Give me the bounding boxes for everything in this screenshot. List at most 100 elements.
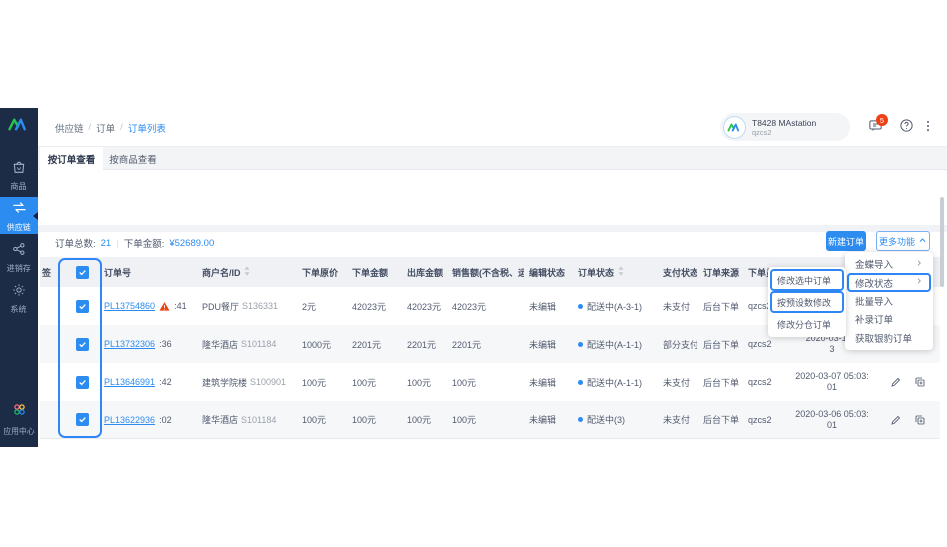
help-button[interactable]	[897, 119, 915, 137]
cell-edit-status: 未编辑	[529, 339, 557, 350]
row-checkbox[interactable]	[75, 375, 89, 389]
select-all-checkbox[interactable]	[75, 265, 89, 279]
cell-order-amount: 100元	[352, 377, 377, 388]
submenu-item[interactable]: 按预设数修改	[770, 291, 844, 313]
merchant-name: PDU餐厅	[202, 301, 240, 312]
row-checkbox[interactable]	[75, 413, 89, 426]
cell-clipped	[40, 287, 62, 325]
copy-icon[interactable]	[914, 414, 926, 426]
sidebar-item-inventory[interactable]: 进销存	[0, 238, 38, 275]
order-time-fragment: :36	[159, 339, 172, 349]
order-stats: 订单总数: 21 | 下单金额: ¥52689.00	[55, 237, 215, 251]
submenu-item[interactable]: 修改分仓订单	[770, 313, 844, 335]
menu-item[interactable]: 批量导入	[847, 292, 931, 310]
breadcrumb-supply-chain[interactable]: 供应链	[55, 121, 84, 135]
cell-checkbox	[62, 287, 102, 325]
status-dot-icon	[578, 379, 583, 385]
app-center-icon	[11, 401, 28, 423]
cell-outbound-amount: 2201元	[407, 339, 437, 350]
merchant-id: S136331	[242, 301, 279, 311]
order-time-fragment: :02	[159, 414, 172, 425]
row-checkbox[interactable]	[75, 337, 89, 351]
submenu-item[interactable]: 修改选中订单	[770, 269, 844, 291]
column-header-label: 商户名/ID	[202, 267, 241, 278]
cell-order-status: 配送中(A-1-1)	[566, 325, 650, 363]
row-checkbox[interactable]	[75, 299, 89, 313]
order-status-text: 配送中(3)	[587, 415, 625, 425]
column-header-label: 订单来源	[703, 267, 740, 278]
edit-icon[interactable]	[890, 414, 902, 426]
sidebar-item-label: 应用中心	[3, 426, 35, 436]
sidebar-item-goods[interactable]: 商品	[0, 156, 38, 193]
column-header-label: 出库金额	[407, 267, 444, 278]
brand-logo-icon	[7, 116, 31, 138]
column-header-4[interactable]: 商户名/ID	[197, 257, 300, 287]
copy-icon[interactable]	[914, 376, 926, 388]
order-number-link[interactable]: PL13622936	[104, 415, 155, 425]
column-header-9: 编辑状态	[524, 257, 566, 287]
cell-sales-amount: 100元	[452, 415, 477, 425]
merchant-name: 隆华酒店	[202, 339, 239, 350]
menu-item[interactable]: 金蝶导入	[847, 255, 931, 273]
status-dot-icon	[578, 303, 583, 309]
cell-edit-status: 未编辑	[529, 377, 557, 388]
sidebar-item-supply-chain[interactable]: 供应链	[0, 197, 38, 234]
cell-pay-status: 部分支付	[663, 339, 697, 350]
cell-order-amount: 2201元	[352, 339, 382, 350]
cell-merchant: PDU餐厅 S136331	[197, 287, 300, 325]
sidebar-item-label: 系统	[10, 303, 28, 314]
sort-icon[interactable]	[618, 266, 624, 278]
cell-source: 后台下单	[703, 301, 740, 312]
merchant-id: S101184	[241, 414, 277, 425]
merchant-name: 建筑学院楼	[202, 377, 248, 388]
more-options-button[interactable]	[919, 119, 937, 137]
sidebar-item-app-center[interactable]: 应用中心	[0, 399, 38, 439]
edit-icon[interactable]	[890, 376, 902, 388]
menu-item[interactable]: 修改状态	[847, 273, 931, 291]
tab-by-order[interactable]: 按订单查看	[40, 147, 103, 171]
menu-item[interactable]: 补录订单	[847, 310, 931, 328]
order-number-link[interactable]: PL13732306	[104, 339, 155, 349]
last-op-time: 2020-03-06 05:03: 01	[795, 408, 869, 430]
column-header-label: 下单原价	[302, 267, 338, 278]
cell-outbound-amount: 42023元	[407, 301, 442, 312]
cell-outbound-amount: 100元	[407, 377, 432, 388]
user-menu[interactable]: T8428 MAstation qzcs2	[720, 113, 850, 141]
column-header-6[interactable]: 下单金额	[338, 257, 392, 287]
cell-sales-amount: 2201元	[452, 339, 482, 350]
menu-item[interactable]: 获取银豹订单	[847, 329, 931, 347]
status-dot-icon	[578, 341, 583, 347]
menu-item-label: 金蝶导入	[855, 260, 894, 272]
vertical-scrollbar-thumb[interactable]	[940, 197, 944, 287]
cell-order-no: PL13754860:41	[102, 287, 197, 325]
sidebar-item-label: 商品	[10, 180, 28, 191]
column-header-12: 订单来源	[697, 257, 740, 287]
order-number-link[interactable]: PL13754860	[104, 301, 155, 311]
breadcrumb-orders[interactable]: 订单	[96, 121, 115, 135]
cell-merchant: 建筑学院楼 S100901	[197, 363, 300, 401]
cell-merchant: 隆华酒店 S101184	[197, 325, 300, 363]
cell-original-price: 100元	[302, 377, 327, 388]
delete-icon[interactable]	[938, 414, 940, 426]
more-functions-button[interactable]: 更多功能	[876, 231, 930, 251]
sidebar-item-system[interactable]: 系统	[0, 279, 38, 316]
more-functions-menu: 金蝶导入 修改状态 批量导入 补录订单 获取银豹订单	[845, 252, 933, 350]
cell-order-status: 配送中(3)	[566, 401, 650, 438]
order-number-link[interactable]: PL13646991	[104, 377, 155, 387]
delete-icon[interactable]	[938, 376, 940, 388]
cell-order-amount: 42023元	[352, 301, 387, 312]
inventory-icon	[11, 241, 27, 262]
cell-pay-status: 未支付	[663, 377, 691, 388]
submenu-item-label: 修改分仓订单	[777, 319, 832, 330]
merchant-name: 隆华酒店	[202, 415, 239, 425]
cell-order-no: PL13622936 :02	[102, 401, 197, 438]
sort-icon[interactable]	[244, 266, 250, 278]
submenu-item-label: 按预设数修改	[777, 297, 832, 308]
panel-gap	[38, 225, 947, 232]
kebab-menu-icon	[921, 119, 935, 138]
message-count-badge: 5	[876, 114, 888, 126]
tab-by-product[interactable]: 按商品查看	[103, 147, 163, 170]
filter-panel: 集包状态: 全部状态 自提点: 搜索 重置 导出	[38, 170, 947, 280]
new-order-button[interactable]: 新建订单	[826, 231, 866, 251]
column-header-10[interactable]: 订单状态	[566, 257, 650, 287]
